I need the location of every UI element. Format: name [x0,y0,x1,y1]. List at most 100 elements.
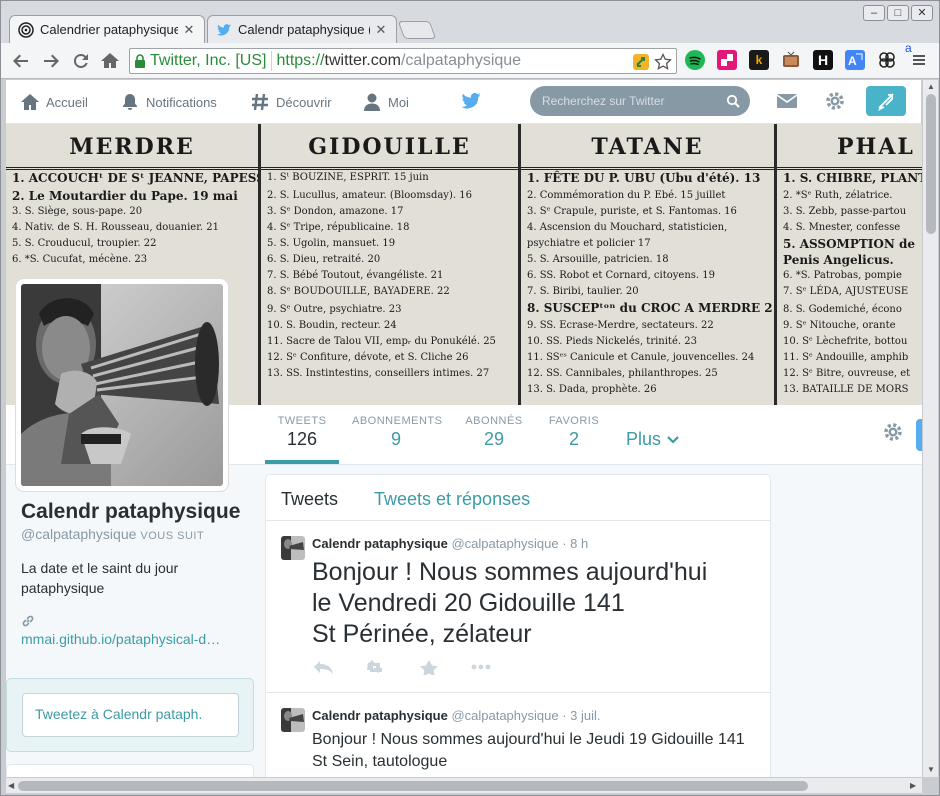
bell-icon [123,94,137,110]
maximize-button[interactable]: □ [887,5,909,21]
page-action-icon[interactable] [632,53,650,71]
avatar[interactable] [16,279,228,491]
tab-calendrier[interactable]: Calendrier pataphysique ✕ [9,15,205,43]
tab-close-icon[interactable]: ✕ [374,22,388,38]
scroll-right-icon[interactable]: ▶ [910,781,916,790]
tweet-text: Bonjour ! Nous sommes aujourd'hui le Ven… [312,557,707,650]
url-host: twitter.com [324,52,401,69]
translate-icon[interactable]: A [845,50,865,70]
search-icon[interactable] [726,94,740,108]
column-title: GIDOUILLE [261,124,518,170]
profile-gear-icon[interactable] [882,421,904,443]
column-line: 2. *Sᵉ Ruth, zélatrice. [783,190,893,201]
minimize-button[interactable]: – [863,5,885,21]
address-bar[interactable]: Twitter, Inc. [US] https://twitter.com/c… [129,48,677,74]
tab-twitter[interactable]: Calendr pataphysique ( ✕ [207,15,397,43]
tweet[interactable]: Calendr pataphysique @calpataphysique · … [266,693,770,777]
tweet-actions [312,659,520,675]
lastfm-icon[interactable] [717,50,737,70]
reload-icon[interactable] [69,49,93,73]
tweet-line: St Périnée, zélateur [312,620,532,648]
more-dropdown[interactable]: Plus [626,429,680,450]
column-line: 12. Sᵉ Bitre, ouvreuse, et [783,368,911,379]
pinwheel-icon[interactable] [877,50,897,70]
tv-icon[interactable] [781,50,801,70]
nav-me[interactable]: Moi [362,92,409,112]
scroll-down-icon[interactable]: ▼ [927,765,935,774]
stat-favorites[interactable]: FAVORIS 2 [546,415,602,450]
favorite-star-icon[interactable] [416,659,442,675]
ev-certificate-badge[interactable]: Twitter, Inc. [US] [130,51,273,71]
hash-icon [252,93,268,111]
profile-name[interactable]: Calendr pataphysique [21,500,251,524]
tweet-line: Bonjour ! Nous sommes aujourd'hui le Jeu… [312,731,745,748]
nav-discover[interactable]: Découvrir [250,92,332,112]
compose-tweet-button[interactable] [866,86,906,116]
menu-icon[interactable] [909,50,929,70]
column-line: 9. SS. Ecrase-Merdre, sectateurs. 22 [527,320,714,331]
scroll-up-icon[interactable]: ▲ [927,82,935,91]
browser-window: Calendrier pataphysique ✕ Calendr pataph… [0,0,940,796]
column-line: 1. FÊTE DU P. UBU (Ubu d'été). 13 [527,171,761,185]
tab-strip: Calendrier pataphysique ✕ Calendr pataph… [1,1,939,43]
horizontal-scrollbar[interactable]: ◀ ▶ [6,777,922,793]
tweet[interactable]: Calendr pataphysique @calpataphysique · … [266,521,770,693]
profile-handle[interactable]: @calpataphysique [21,526,136,542]
tweet-author[interactable]: Calendr pataphysique [312,708,448,723]
back-icon[interactable] [9,49,33,73]
tab-tweets-replies[interactable]: Tweets et réponses [374,489,530,510]
column-line: 4. S. Mnester, confesse [783,222,901,233]
reply-icon[interactable] [312,659,338,675]
new-tab-button[interactable] [397,21,437,39]
tweet-time[interactable]: · 8 h [562,536,588,551]
tweet-avatar[interactable] [281,536,305,560]
spotify-icon[interactable] [685,50,705,70]
header-column: GIDOUILLE 1. Sᵗ BOUZINE, ESPRIT. 15 juin… [261,124,521,405]
stat-followers[interactable]: ABONNÉS 29 [462,415,526,450]
twitter-logo-icon[interactable] [460,91,482,111]
column-line: 10. S. Boudin, recteur. 24 [267,320,397,331]
tab-close-icon[interactable]: ✕ [182,22,196,38]
horizontal-scroll-thumb[interactable] [18,781,808,791]
search-input[interactable]: Recherchez sur Twitter [530,86,750,116]
tweet-time[interactable]: · 3 juil. [562,708,600,723]
nav-home[interactable]: Accueil [20,92,88,112]
h-icon[interactable]: H [813,50,833,70]
tweet-header: Calendr pataphysique @calpataphysique · … [312,536,588,551]
column-line: 12. SS. Cannibales, philanthropes. 25 [527,368,718,379]
forward-icon[interactable] [39,49,63,73]
scroll-left-icon[interactable]: ◀ [8,781,14,790]
close-window-button[interactable]: ✕ [911,5,933,21]
more-label: Plus [626,429,662,449]
vertical-scroll-thumb[interactable] [926,94,936,234]
more-options-icon[interactable] [468,659,494,675]
tab-tweets[interactable]: Tweets [281,489,338,510]
column-line: 1. Sᵗ BOUZINE, ESPRIT. 15 juin [267,172,429,183]
column-line: 9. Sᵉ Outre, psychiatre. 23 [267,304,402,315]
tweet-to-box: Tweetez à Calendr pataph. [6,678,254,752]
nav-notifications[interactable]: Notifications [120,92,217,112]
profile-link-text[interactable]: mmai.github.io/pataphysical-d… [21,631,220,647]
stat-tweets[interactable]: TWEETS 126 [268,415,336,450]
column-line: 8. Sᵉ BOUDOUILLE, BAYADERE. 22 [267,286,450,297]
column-line: 8. S. Godemiché, écono [783,304,902,315]
k-icon[interactable]: k [749,50,769,70]
stat-following[interactable]: ABONNEMENTS 9 [352,415,443,450]
tweet-handle[interactable]: @calpataphysique [451,536,558,551]
settings-gear-icon[interactable] [824,90,846,112]
profile-link[interactable]: mmai.github.io/pataphysical-d… [21,614,251,648]
stat-label: FAVORIS [548,415,600,427]
stat-label: ABONNEMENTS [352,415,443,427]
sidebar-card [6,764,254,777]
tweet-handle[interactable]: @calpataphysique [451,708,558,723]
retweet-icon[interactable] [364,659,390,675]
tweet-avatar[interactable] [281,708,305,732]
star-bookmark-icon[interactable] [654,52,672,71]
messages-icon[interactable] [776,92,798,110]
tweet-to-input[interactable]: Tweetez à Calendr pataph. [22,693,239,737]
home-button-icon[interactable] [98,49,122,73]
url-text: https://twitter.com/calpataphysique [272,52,521,70]
tweet-author[interactable]: Calendr pataphysique [312,536,448,551]
profile-page: MERDRE 1. ACCOUCHᵗ DE Sᵗ JEANNE, PAPESSE… [6,124,922,777]
vertical-scrollbar[interactable]: ▲ ▼ [922,80,938,777]
